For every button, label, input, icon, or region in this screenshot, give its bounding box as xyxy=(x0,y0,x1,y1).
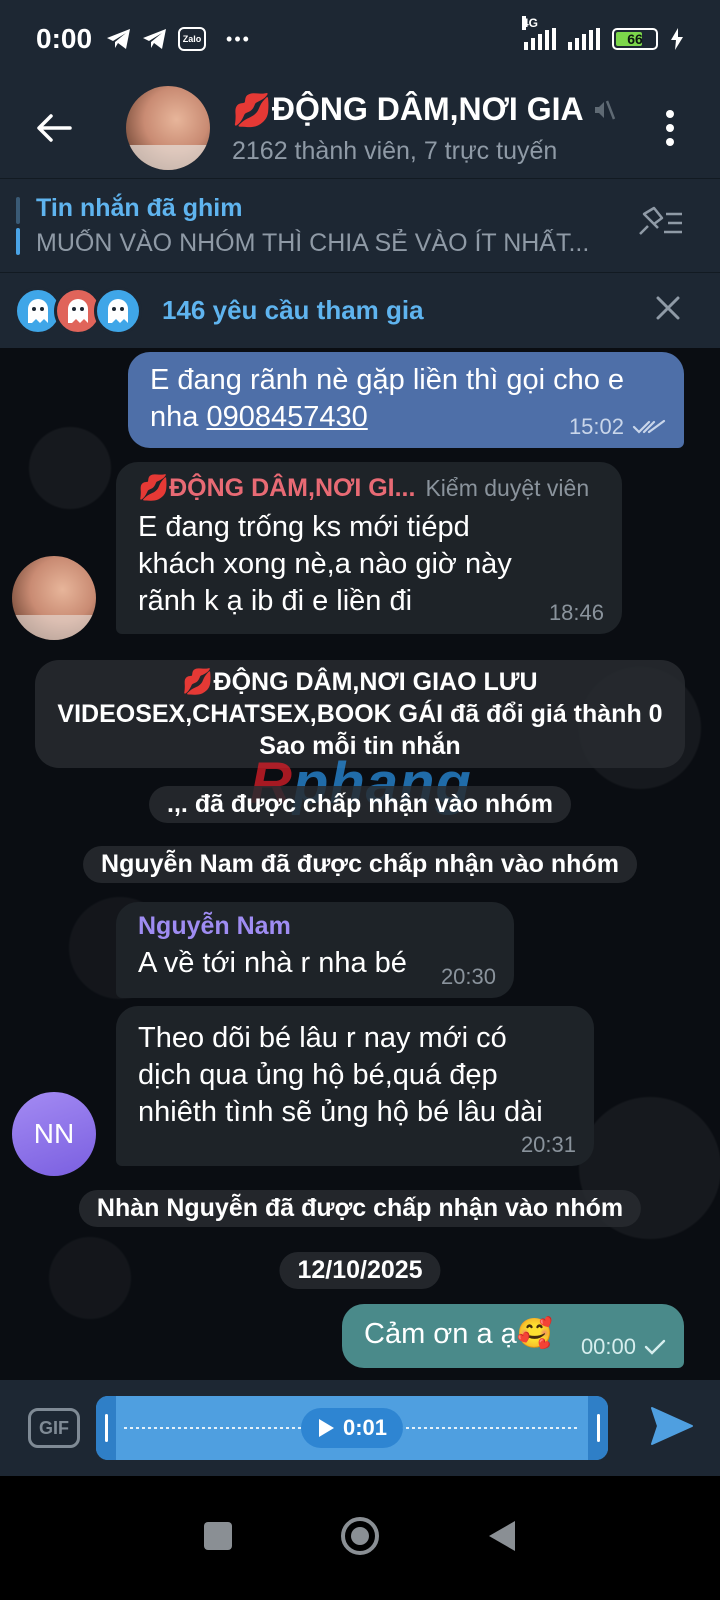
status-time: 0:00 xyxy=(36,23,93,54)
message-meta: 15:02 xyxy=(569,414,666,440)
dot-icon xyxy=(666,138,674,146)
recents-button[interactable] xyxy=(203,1521,233,1556)
group-avatar[interactable] xyxy=(126,86,210,170)
network-type: 4G xyxy=(522,16,539,30)
arrow-left-icon xyxy=(37,114,72,142)
phone-link[interactable]: 0908457430 xyxy=(206,401,367,433)
pinned-label: Tin nhắn đã ghim xyxy=(36,193,243,222)
circle-icon xyxy=(340,1516,379,1555)
message-time: 18:46 xyxy=(548,600,604,625)
pin-list-icon xyxy=(639,206,682,235)
message-list[interactable]: E đang rãnh nè gặp liền thì gọi cho e nh… xyxy=(0,348,720,1380)
system-navigation-bar xyxy=(0,1476,720,1600)
group-info[interactable]: 💋 ĐỘNG DÂM,NƠI GIA 2162 thành viên, 7 tr… xyxy=(232,91,632,166)
charging-icon xyxy=(671,28,683,50)
incoming-message[interactable]: Nguyễn Nam A về tới nhà r nha bé 20:30 xyxy=(116,902,514,998)
ghost-avatar-icon xyxy=(94,286,142,335)
outgoing-message[interactable]: Cảm ơn a ạ🥰 00:00 xyxy=(342,1304,684,1368)
more-options-button[interactable] xyxy=(666,110,674,146)
message-time: 20:30 xyxy=(440,964,496,989)
trim-end-handle[interactable] xyxy=(588,1396,608,1460)
send-button[interactable] xyxy=(650,1406,694,1451)
join-requests-text: 146 yêu cầu tham gia xyxy=(162,295,424,325)
message-time: 20:31 xyxy=(520,1132,576,1157)
message-text: Theo dõi bé lâu r nay mới có dịch qua ủn… xyxy=(138,1022,543,1128)
sender-role: Kiểm duyệt viên xyxy=(425,475,590,501)
pinned-indicator xyxy=(16,196,20,255)
sender-name[interactable]: Nguyễn Nam xyxy=(138,912,492,941)
telegram-icon xyxy=(143,29,167,49)
outgoing-message[interactable]: E đang rãnh nè gặp liền thì gọi cho e nh… xyxy=(128,352,684,448)
notification-icons: Zalo ••• xyxy=(106,27,251,51)
battery-icon: 66 xyxy=(612,28,658,50)
message-meta: 00:00 xyxy=(581,1334,666,1360)
triangle-back-icon xyxy=(488,1520,515,1551)
composer-bar: GIF 0:01 xyxy=(0,1380,720,1476)
message-text: A về tới nhà r nha bé xyxy=(138,947,407,979)
message-time: 15:02 xyxy=(568,414,624,439)
cellular-signal-2-icon xyxy=(568,28,600,50)
pinned-message-bar[interactable]: Tin nhắn đã ghim MUỐN VÀO NHÓM THÌ CHIA … xyxy=(0,178,720,272)
battery-level: 66 xyxy=(627,31,643,47)
back-button[interactable] xyxy=(24,98,84,158)
home-button[interactable] xyxy=(340,1516,380,1561)
date-separator: 12/10/2025 xyxy=(279,1252,441,1289)
trim-start-handle[interactable] xyxy=(96,1396,116,1460)
cellular-signal-icon: 4G xyxy=(522,16,556,50)
avatar-initials: NN xyxy=(33,1118,75,1149)
group-title: 💋 ĐỘNG DÂM,NƠI GIA xyxy=(232,91,632,129)
voice-recording-trimmer[interactable]: 0:01 xyxy=(96,1396,608,1460)
chat-header: 💋 ĐỘNG DÂM,NƠI GIA 2162 thành viên, 7 tr… xyxy=(0,78,720,178)
voice-play-button[interactable]: 0:01 xyxy=(300,1408,404,1448)
dot-icon xyxy=(666,124,674,132)
gif-button[interactable]: GIF xyxy=(28,1408,80,1448)
telegram-icon xyxy=(107,29,131,49)
requester-avatars xyxy=(14,286,142,335)
incoming-message[interactable]: Theo dõi bé lâu r nay mới có dịch qua ủn… xyxy=(116,1006,594,1166)
incoming-message[interactable]: 💋ĐỘNG DÂM,NƠI GI... Kiểm duyệt viên E đa… xyxy=(116,462,622,634)
message-text: E đang trống ks mới tiépd khách xong nè,… xyxy=(138,511,512,617)
dot-icon xyxy=(666,110,674,118)
square-icon xyxy=(204,1521,233,1550)
more-notifications-icon: ••• xyxy=(226,28,251,49)
pinned-list-button[interactable] xyxy=(634,206,684,245)
check-icon xyxy=(644,1339,666,1355)
voice-duration: 0:01 xyxy=(342,1415,388,1440)
double-check-icon xyxy=(632,419,666,434)
sender-avatar[interactable] xyxy=(12,556,96,640)
sender-avatar[interactable]: NN xyxy=(12,1092,96,1176)
group-name: ĐỘNG DÂM,NƠI GIA xyxy=(271,91,584,127)
group-member-count: 2162 thành viên, 7 trực tuyến xyxy=(232,136,558,165)
back-nav-button[interactable] xyxy=(487,1519,517,1558)
play-icon xyxy=(318,1419,334,1437)
service-message: .,. đã được chấp nhận vào nhóm xyxy=(149,786,571,823)
join-requests-bar[interactable]: 146 yêu cầu tham gia xyxy=(0,272,720,348)
message-time: 00:00 xyxy=(580,1334,636,1359)
dismiss-join-requests-button[interactable] xyxy=(656,296,680,325)
title-emoji: 💋 xyxy=(232,91,272,128)
zalo-icon: Zalo xyxy=(178,27,207,51)
send-icon xyxy=(651,1406,693,1445)
service-message: Nhàn Nguyễn đã được chấp nhận vào nhóm xyxy=(78,1190,642,1227)
service-message: Nguyễn Nam đã được chấp nhận vào nhóm xyxy=(83,846,637,883)
status-bar: 0:00 Zalo ••• 4G 66 xyxy=(0,0,720,78)
pinned-message-text: MUỐN VÀO NHÓM THÌ CHIA SẺ VÀO ÍT NHẤT... xyxy=(36,228,590,257)
sender-name[interactable]: 💋ĐỘNG DÂM,NƠI GI... xyxy=(138,474,415,503)
close-icon xyxy=(656,296,680,320)
muted-icon xyxy=(594,100,615,119)
